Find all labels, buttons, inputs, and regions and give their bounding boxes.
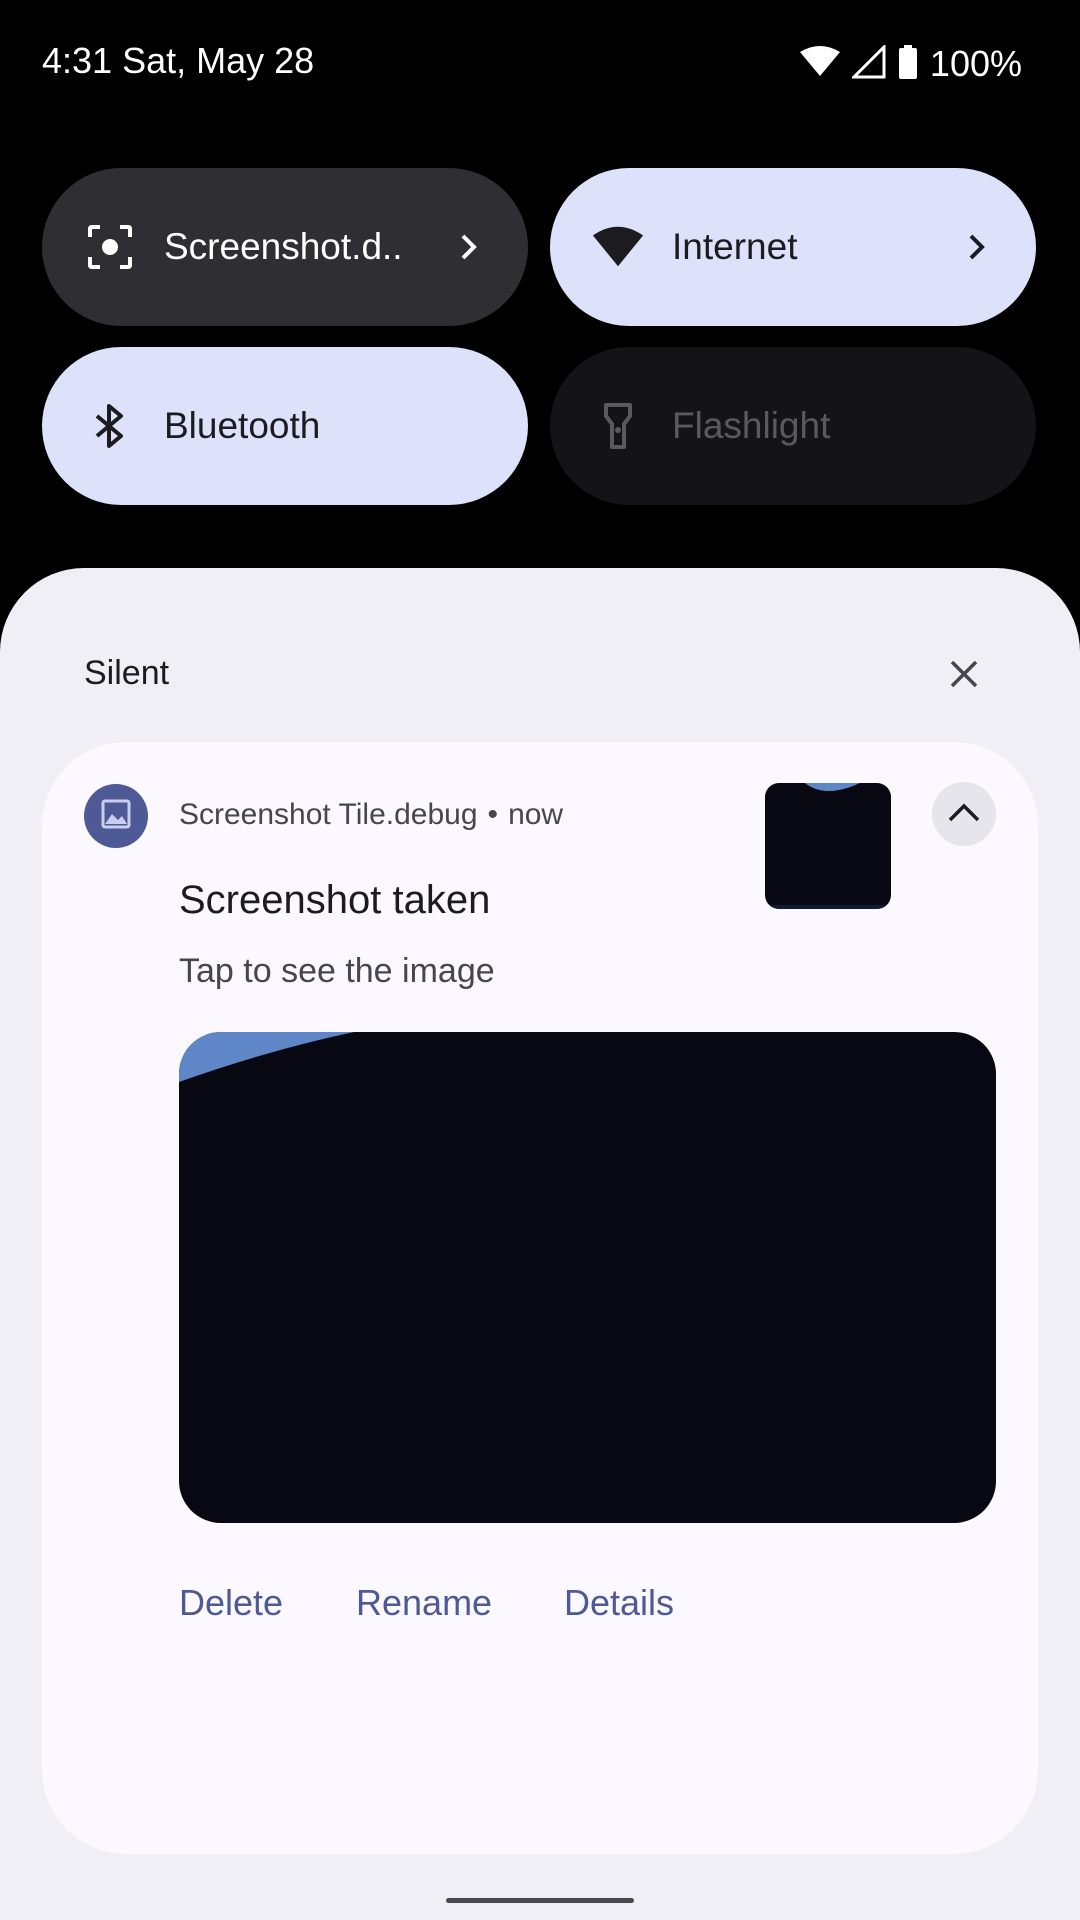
app-icon — [84, 784, 148, 848]
bluetooth-icon — [84, 400, 136, 452]
notification-header: Screenshot Tile.debug • now — [179, 798, 563, 832]
image-icon — [100, 798, 132, 835]
collapse-button[interactable] — [932, 782, 996, 846]
tile-flashlight[interactable]: Flashlight — [550, 347, 1036, 505]
app-name: Screenshot Tile.debug — [179, 798, 478, 831]
notification-time: now — [508, 798, 564, 831]
tile-label: Screenshot.d.. — [164, 226, 403, 267]
wifi-icon — [592, 221, 644, 273]
chevron-up-icon — [947, 801, 981, 828]
status-bar: 4:31 Sat, May 28 100% — [0, 0, 1080, 130]
battery-icon — [898, 44, 918, 84]
tile-screenshot[interactable]: Screenshot.d.. — [42, 168, 528, 326]
chevron-right-icon — [960, 230, 994, 264]
tile-label: Bluetooth — [164, 405, 321, 446]
status-icons: 100% — [799, 40, 1022, 88]
tile-label: Internet — [672, 226, 798, 267]
tile-bluetooth[interactable]: Bluetooth — [42, 347, 528, 505]
screenshot-preview-image[interactable] — [179, 1032, 996, 1523]
details-button[interactable]: Details — [564, 1582, 674, 1624]
home-indicator[interactable] — [446, 1898, 634, 1903]
flashlight-icon — [592, 400, 644, 452]
delete-button[interactable]: Delete — [179, 1582, 283, 1624]
battery-percent: 100% — [929, 43, 1022, 84]
clear-silent-button[interactable] — [940, 652, 988, 700]
cell-signal-icon — [850, 42, 886, 84]
header-separator: • — [487, 798, 499, 831]
wifi-icon — [799, 45, 840, 83]
chevron-right-icon — [452, 230, 486, 264]
tile-label: Flashlight — [672, 405, 831, 446]
section-title: Silent — [84, 654, 170, 692]
close-icon — [949, 659, 979, 694]
status-time: 4:31 Sat, May 28 — [42, 40, 314, 82]
notification-title: Screenshot taken — [179, 878, 491, 922]
tile-internet[interactable]: Internet — [550, 168, 1036, 326]
rename-button[interactable]: Rename — [356, 1582, 492, 1624]
notification-text: Tap to see the image — [179, 952, 495, 990]
screenshot-thumbnail — [765, 783, 891, 909]
clock-date: Sat, May 28 — [122, 40, 315, 81]
screenshot-icon — [84, 221, 136, 273]
clock-time: 4:31 — [42, 40, 113, 81]
